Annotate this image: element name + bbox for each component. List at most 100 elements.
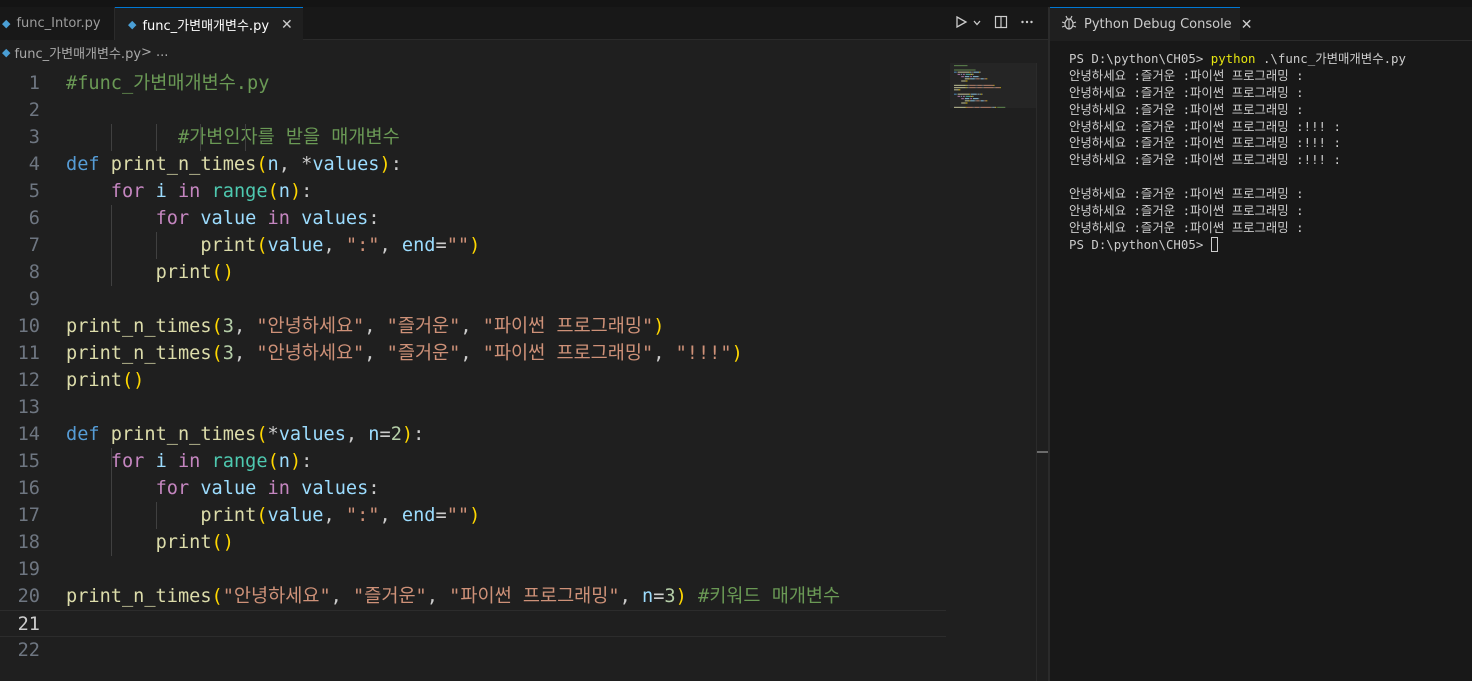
tab-func-varargs[interactable]: ◆ func_가변매개변수.py ✕ (115, 7, 303, 41)
tab-label: func_Intor.py (16, 16, 101, 31)
code-line[interactable]: 11 print_n_times(3, "안녕하세요", "즐거운", "파이썬 … (0, 340, 946, 367)
line-number: 12 (17, 370, 40, 391)
code-line[interactable]: 14 def print_n_times(*values, n=2): (0, 421, 946, 448)
code-line[interactable]: 16 for value in values: (0, 475, 946, 502)
code-token: end (401, 235, 436, 256)
code-token: , (364, 316, 387, 337)
minimap-token (957, 71, 970, 73)
code-line[interactable]: 3 #가변인자를 받을 매개변수 (0, 124, 946, 151)
code-token: ( (267, 181, 279, 202)
line-number: 18 (17, 532, 40, 553)
code-token: , (426, 586, 450, 607)
split-editor-icon[interactable] (994, 15, 1008, 33)
minimap-token (972, 73, 973, 75)
breadcrumb[interactable]: ◆ func_가변매개변수.py > ... (0, 41, 1048, 63)
close-icon[interactable]: ✕ (1241, 17, 1253, 33)
code-token: def (66, 424, 100, 445)
minimap-token (970, 98, 972, 100)
minimap-token (983, 100, 985, 102)
minimap-token (954, 69, 976, 71)
code-line[interactable]: 5 for i in range(n): (0, 178, 946, 205)
indent-guide (200, 124, 202, 151)
minimap-token (983, 78, 985, 80)
code-line[interactable]: 9 (0, 286, 946, 313)
code-line[interactable]: 4 def print_n_times(n, *values): (0, 151, 946, 178)
indent-guide (155, 124, 157, 151)
more-icon[interactable] (1020, 15, 1034, 33)
python-file-icon: ◆ (2, 17, 11, 30)
line-source: print() (66, 259, 234, 286)
code-token: in (177, 451, 201, 472)
code-line[interactable]: 18 print() (0, 529, 946, 556)
console-output[interactable]: PS D:\python\CH05> python .\func_가변매개변수.… (1069, 51, 1469, 254)
code-line[interactable]: 6 for value in values: (0, 205, 946, 232)
minimap-token (969, 71, 971, 73)
minimap-token (954, 93, 957, 95)
code-line[interactable]: 10 print_n_times(3, "안녕하세요", "즐거운", "파이썬 … (0, 313, 946, 340)
code-line[interactable]: 12 print() (0, 367, 946, 394)
code-token: range (211, 451, 268, 472)
code-token: , (379, 505, 402, 526)
code-token: : (301, 451, 313, 472)
minimap-token (961, 98, 964, 100)
code-line[interactable]: 1 #func_가변매개변수.py (0, 70, 946, 97)
close-icon[interactable]: ✕ (281, 17, 293, 33)
code-token: #가변인자를 받을 매개변수 (66, 127, 400, 148)
code-token: print (66, 370, 122, 391)
minimap-token (954, 71, 957, 73)
minimap-token (986, 78, 988, 80)
code-line[interactable]: 19 (0, 556, 946, 583)
code-token: 2 (390, 424, 402, 445)
console-output-line: 안녕하세요 :즐거운 :파이썬 프로그래밍 : (1069, 186, 1304, 202)
code-area[interactable]: 1 #func_가변매개변수.py 2 3 #가변인자를 받을 매개변수 4 def pr… (0, 63, 1040, 681)
tab-func-intor[interactable]: ◆ func_Intor.py (0, 7, 115, 40)
code-token: "즐거운" (386, 316, 461, 337)
code-token: ( (211, 316, 223, 337)
code-line[interactable]: 7 print(value, ":", end="") (0, 232, 946, 259)
minimap-token (979, 100, 981, 102)
code-line[interactable]: 8 print() (0, 259, 946, 286)
editor-scrollbar[interactable] (1036, 63, 1049, 681)
breadcrumb-file[interactable]: func_가변매개변수.py (14, 43, 141, 62)
line-source: def print_n_times(n, *values): (66, 151, 402, 178)
line-number: 9 (28, 289, 40, 310)
code-token: print (200, 505, 257, 526)
minimap-token (954, 106, 966, 108)
line-number: 2 (28, 100, 40, 121)
code-token: values (278, 424, 346, 445)
line-number: 6 (28, 208, 40, 229)
minimap-token (978, 76, 980, 78)
run-icon[interactable] (954, 15, 968, 33)
code-token: print (200, 235, 257, 256)
minimap-token (990, 106, 993, 108)
code-line[interactable]: 21 (0, 610, 946, 637)
minimap-token (999, 87, 1001, 89)
line-number: 15 (17, 451, 40, 472)
minimap-token (981, 100, 984, 102)
code-line[interactable]: 22 (0, 637, 946, 664)
code-line[interactable]: 17 print(value, ":", end="") (0, 502, 946, 529)
code-token: () (121, 370, 145, 391)
tab-python-debug-console[interactable]: Python Debug Console ✕ (1050, 7, 1252, 41)
code-token: values (301, 478, 369, 499)
code-line[interactable]: 2 (0, 97, 946, 124)
minimap[interactable] (954, 65, 1034, 115)
code-token: i (155, 181, 167, 202)
minimap-token (974, 78, 977, 80)
code-line[interactable]: 20 print_n_times("안녕하세요", "즐거운", "파이썬 프로그… (0, 583, 946, 610)
code-token: "파이썬 프로그래밍" (482, 316, 654, 337)
code-line[interactable]: 13 (0, 394, 946, 421)
minimap-token (967, 84, 970, 86)
code-line[interactable]: 15 for i in range(n): (0, 448, 946, 475)
code-token: print (155, 532, 212, 553)
console-output-line: 안녕하세요 :즐거운 :파이썬 프로그래밍 :!!! : (1069, 118, 1341, 134)
breadcrumb-rest[interactable]: > ... (141, 45, 168, 60)
chevron-down-icon[interactable] (972, 16, 982, 32)
minimap-token (958, 89, 961, 91)
minimap-token (974, 100, 977, 102)
line-source: print(value, ":", end="") (66, 232, 480, 259)
